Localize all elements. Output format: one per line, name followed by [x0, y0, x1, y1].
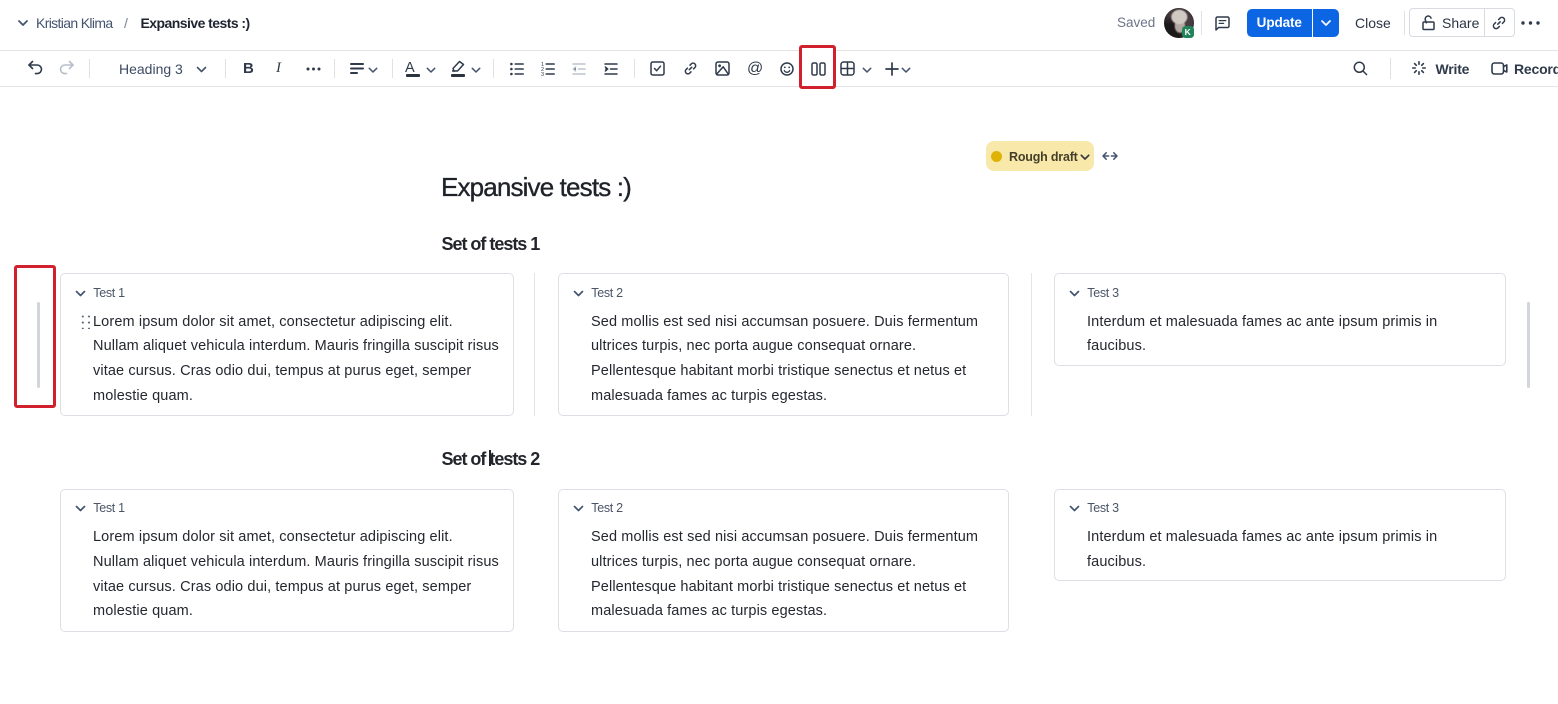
svg-text:3: 3 — [541, 72, 544, 76]
